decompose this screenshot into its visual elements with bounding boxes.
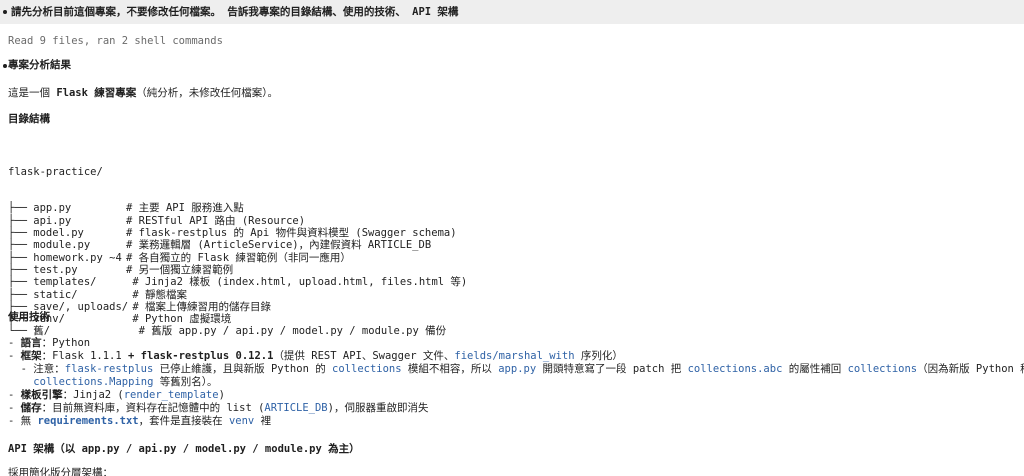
- intro-bold: Flask 練習專案: [56, 87, 137, 99]
- tree-entry-comment: # 靜態檔案: [126, 288, 187, 301]
- tree-entry-comment: # 檔案上傳練習用的儲存目錄: [126, 300, 271, 313]
- result-heading: 專案分析結果: [8, 59, 71, 71]
- tree-entry-name: ├── app.py: [8, 202, 72, 215]
- tree-entry-comment: # flask-restplus 的 Api 物件與資料模型 (Swagger …: [126, 227, 457, 240]
- tree-row: ├── app.py # 主要 API 服務進入點: [8, 202, 467, 214]
- tree-entry-comment: # 主要 API 服務進入點: [126, 202, 244, 215]
- note-text-2: 模組不相容，所以: [401, 363, 499, 375]
- tree-entry-name: ├── model.py: [8, 227, 84, 240]
- storage-label: 儲存: [20, 402, 42, 414]
- tool-activity-summary[interactable]: Read 9 files, ran 2 shell commands: [8, 35, 223, 48]
- intro-paragraph: 這是一個 Flask 練習專案（純分析，未修改任何檔案）。: [8, 87, 278, 100]
- tech-heading: 使用技術: [8, 311, 50, 323]
- api-heading: API 架構（以 app.py / api.py / model.py / mo…: [8, 443, 360, 455]
- tech-item-note-cont: collections.Mapping 等舊別名）。: [8, 376, 1024, 389]
- storage-text-b: )，伺服器重啟即消失: [327, 402, 429, 414]
- tech-item-framework: - 框架：Flask 1.1.1 + flask-restplus 0.12.1…: [8, 350, 623, 362]
- tree-entry-comment: # 各自獨立的 Flask 練習範例（非同一應用）: [126, 251, 351, 264]
- tree-row: ├── templates/ # Jinja2 樣板 (index.html, …: [8, 276, 467, 288]
- tech-item-requirements: - 無 requirements.txt，套件是直接裝在 venv 裡: [8, 415, 272, 427]
- framework-desc-a: （提供 REST API、Swagger 文件、: [273, 350, 455, 362]
- tree-entry-name: ├── api.py: [8, 214, 72, 227]
- framework-sep: ：: [41, 350, 53, 362]
- framework-code: fields/marshal_with: [454, 350, 575, 362]
- framework-plus: +: [121, 350, 141, 362]
- note-code-app: app.py: [498, 363, 537, 375]
- tree-entry-name: ├── module.py: [8, 239, 91, 252]
- framework-restplus: flask-restplus 0.12.1: [140, 350, 274, 362]
- directory-tree: flask-practice/ ├── app.py # 主要 API 服務進入點…: [8, 141, 467, 350]
- prompt-bullet-icon: [3, 10, 7, 14]
- framework-desc-b: 序列化）: [574, 350, 623, 362]
- framework-flask: Flask 1.1.1: [52, 350, 122, 362]
- tech-item-note: - 注意：flask-restplus 已停止維護，且與新版 Python 的 …: [8, 363, 1024, 376]
- tree-row: ├── venv/ # Python 虛擬環境: [8, 313, 467, 325]
- template-value: Jinja2 (: [73, 389, 124, 401]
- tree-entry-comment: # 業務邏輯層 (ArticleService)，內建假資料 ARTICLE_D…: [126, 239, 432, 252]
- tree-entry-name: ├── static/: [8, 288, 78, 301]
- lang-label: 語言: [20, 337, 42, 349]
- user-prompt-bar: 請先分析目前這個專案，不要修改任何檔案。 告訴我專案的目錄結構、使用的技術、 A…: [0, 0, 1024, 24]
- req-code: requirements.txt: [37, 415, 139, 427]
- req-text-b: 裡: [254, 415, 272, 427]
- tree-entry-comment: # RESTful API 路由 (Resource): [126, 214, 306, 227]
- intro-prefix: 這是一個: [8, 87, 57, 99]
- note-code-restplus: flask-restplus: [64, 363, 154, 375]
- tree-entry-name: └── 舊/: [8, 325, 51, 338]
- note-code-collections: collections: [332, 363, 402, 375]
- note-text-6: 等舊別名）。: [153, 376, 218, 388]
- framework-label: 框架: [20, 350, 42, 362]
- intro-suffix: （純分析，未修改任何檔案）。: [136, 87, 279, 99]
- note-text-4: 的屬性補回: [782, 363, 848, 375]
- user-prompt-text: 請先分析目前這個專案，不要修改任何檔案。 告訴我專案的目錄結構、使用的技術、 A…: [11, 5, 459, 18]
- tree-entry-comment: # 另一個獨立練習範例: [126, 263, 234, 276]
- req-code-venv: venv: [228, 415, 255, 427]
- tree-entry-name: ├── templates/: [8, 276, 97, 289]
- req-prefix: 無: [20, 415, 38, 427]
- template-code: render_template: [123, 389, 219, 401]
- tech-item-language: - 語言：Python: [8, 337, 91, 349]
- storage-code: ARTICLE_DB: [264, 402, 328, 414]
- template-label: 樣板引擎: [20, 389, 63, 401]
- lang-value: Python: [52, 337, 91, 349]
- template-end: ): [218, 389, 225, 401]
- storage-text-a: 目前無資料庫，資料存在記憶體中的 list (: [52, 402, 265, 414]
- tree-entry-comment: # 舊版 app.py / api.py / model.py / module…: [126, 325, 447, 338]
- note-label: 注意: [33, 363, 55, 375]
- directory-heading: 目錄結構: [8, 113, 50, 125]
- tree-entry-comment: # Jinja2 樣板 (index.html, upload.html, fi…: [126, 276, 468, 289]
- tree-row: ├── save/, uploads/ # 檔案上傳練習用的儲存目錄: [8, 301, 467, 313]
- tree-entry-comment: # Python 虛擬環境: [126, 313, 232, 326]
- tree-row: └── 舊/ # 舊版 app.py / api.py / model.py /…: [8, 325, 467, 337]
- note-code-mapping: collections.Mapping: [33, 376, 154, 388]
- tree-root-label: flask-practice/: [8, 165, 103, 178]
- tree-entry-name: ├── test.py: [8, 263, 78, 276]
- tree-row: ├── homework.py ~4 # 各自獨立的 Flask 練習範例（非同一…: [8, 252, 467, 264]
- tree-entry-name: ├── homework.py ~4: [8, 251, 122, 264]
- note-text-1: 已停止維護，且與新版 Python 的: [153, 363, 333, 375]
- note-text-3: 開頭特意寫了一段 patch 把: [536, 363, 688, 375]
- tech-item-template: - 樣板引擎：Jinja2 (render_template): [8, 389, 225, 401]
- tree-row: ├── static/ # 靜態檔案: [8, 289, 467, 301]
- note-text-5: （因為新版 Python 移除了: [917, 363, 1024, 375]
- req-text-a: ，套件是直接裝在: [138, 415, 229, 427]
- tree-row: ├── test.py # 另一個獨立練習範例: [8, 264, 467, 276]
- tree-row: ├── model.py # flask-restplus 的 Api 物件與資料…: [8, 227, 467, 239]
- note-code-collections-2: collections: [847, 363, 918, 375]
- tree-row: ├── module.py # 業務邏輯層 (ArticleService)，內建…: [8, 239, 467, 251]
- tech-item-storage: - 儲存：目前無資料庫，資料存在記憶體中的 list (ARTICLE_DB)，…: [8, 402, 429, 414]
- note-code-abc: collections.abc: [687, 363, 783, 375]
- api-intro: 採用簡化版分層架構：: [8, 467, 113, 476]
- result-bullet-icon: [3, 64, 7, 68]
- tree-root: flask-practice/: [8, 166, 467, 178]
- tree-row: ├── api.py # RESTful API 路由 (Resource): [8, 215, 467, 227]
- tech-list: - 語言：Python - 框架：Flask 1.1.1 + flask-res…: [8, 337, 1024, 428]
